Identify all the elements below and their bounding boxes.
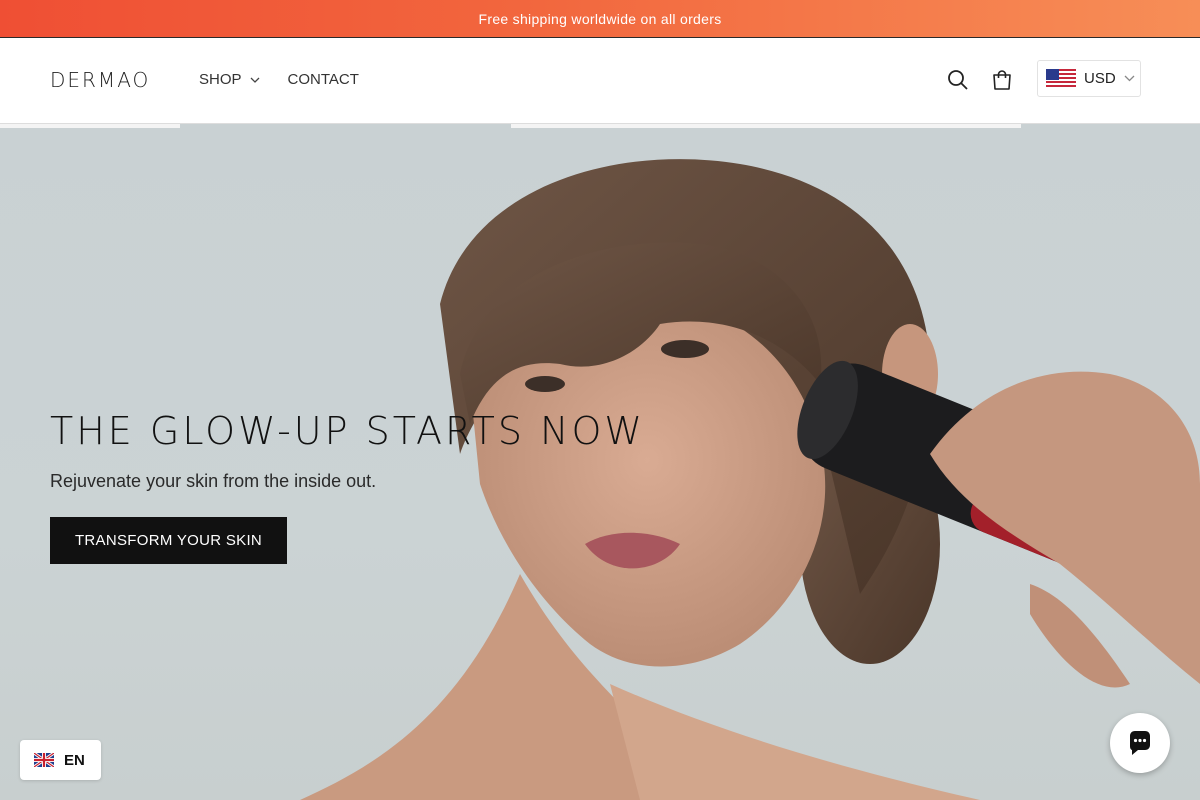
- hero-top-strip: [0, 124, 180, 128]
- chevron-down-icon: [250, 77, 259, 83]
- transform-skin-button[interactable]: TRANSFORM YOUR SKIN: [50, 517, 287, 564]
- hero-banner: THE GLOW-UP STARTS NOW Rejuvenate your s…: [0, 124, 1200, 800]
- language-selector[interactable]: EN: [20, 740, 101, 780]
- site-header: DERMAO SHOP CONTACT USD: [0, 38, 1200, 124]
- nav-contact-label: CONTACT: [287, 71, 359, 88]
- hero-subtitle: Rejuvenate your skin from the inside out…: [50, 471, 377, 491]
- logo[interactable]: DERMAO: [50, 68, 150, 92]
- hero-top-strip: [511, 124, 1021, 128]
- chat-bubble-icon: [1130, 731, 1150, 755]
- main-nav: SHOP CONTACT: [199, 71, 359, 88]
- hero-image: [300, 159, 1200, 800]
- nav-shop-label: SHOP: [199, 71, 242, 88]
- announcement-bar: Free shipping worldwide on all orders: [0, 0, 1200, 38]
- chevron-down-icon: [1124, 75, 1135, 82]
- language-code: EN: [64, 751, 85, 769]
- chat-button[interactable]: [1110, 713, 1170, 773]
- hero-title: THE GLOW-UP STARTS NOW: [50, 409, 645, 453]
- search-icon[interactable]: [946, 68, 970, 92]
- announcement-text: Free shipping worldwide on all orders: [478, 10, 722, 27]
- nav-shop[interactable]: SHOP: [199, 71, 260, 88]
- uk-flag-icon: [34, 753, 54, 767]
- nav-contact[interactable]: CONTACT: [288, 71, 359, 88]
- currency-code: USD: [1084, 70, 1116, 87]
- cart-icon[interactable]: [990, 68, 1014, 92]
- us-flag-icon: [1046, 68, 1076, 89]
- currency-selector[interactable]: USD: [1037, 60, 1141, 97]
